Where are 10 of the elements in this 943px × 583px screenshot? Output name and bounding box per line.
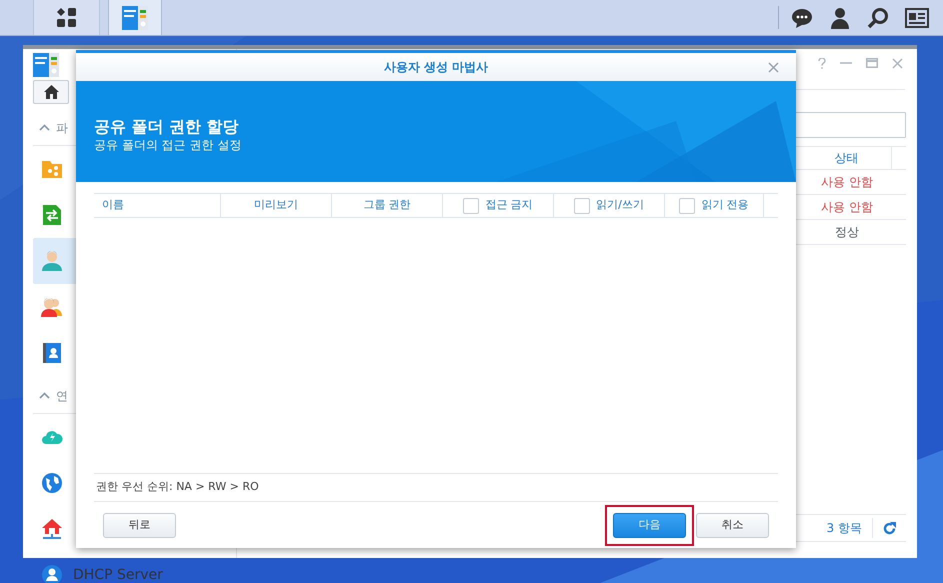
- section-header: 파: [56, 120, 68, 136]
- item-count: 3 항목: [826, 520, 862, 537]
- table-cell-text: 사용 안함: [820, 174, 874, 191]
- section-header: 연: [56, 388, 68, 404]
- priority-note: 권한 우선 순위: NA > RW > RO: [96, 479, 259, 496]
- banner-heading: 공유 폴더 권한 할당: [94, 117, 240, 137]
- table-cell-text: 사용 안함: [820, 199, 874, 216]
- banner-subheading: 공유 폴더의 접근 권한 설정: [94, 137, 242, 154]
- dialog-title: 사용자 생성 마법사: [384, 59, 488, 76]
- table-cell-text: 정상: [834, 224, 860, 241]
